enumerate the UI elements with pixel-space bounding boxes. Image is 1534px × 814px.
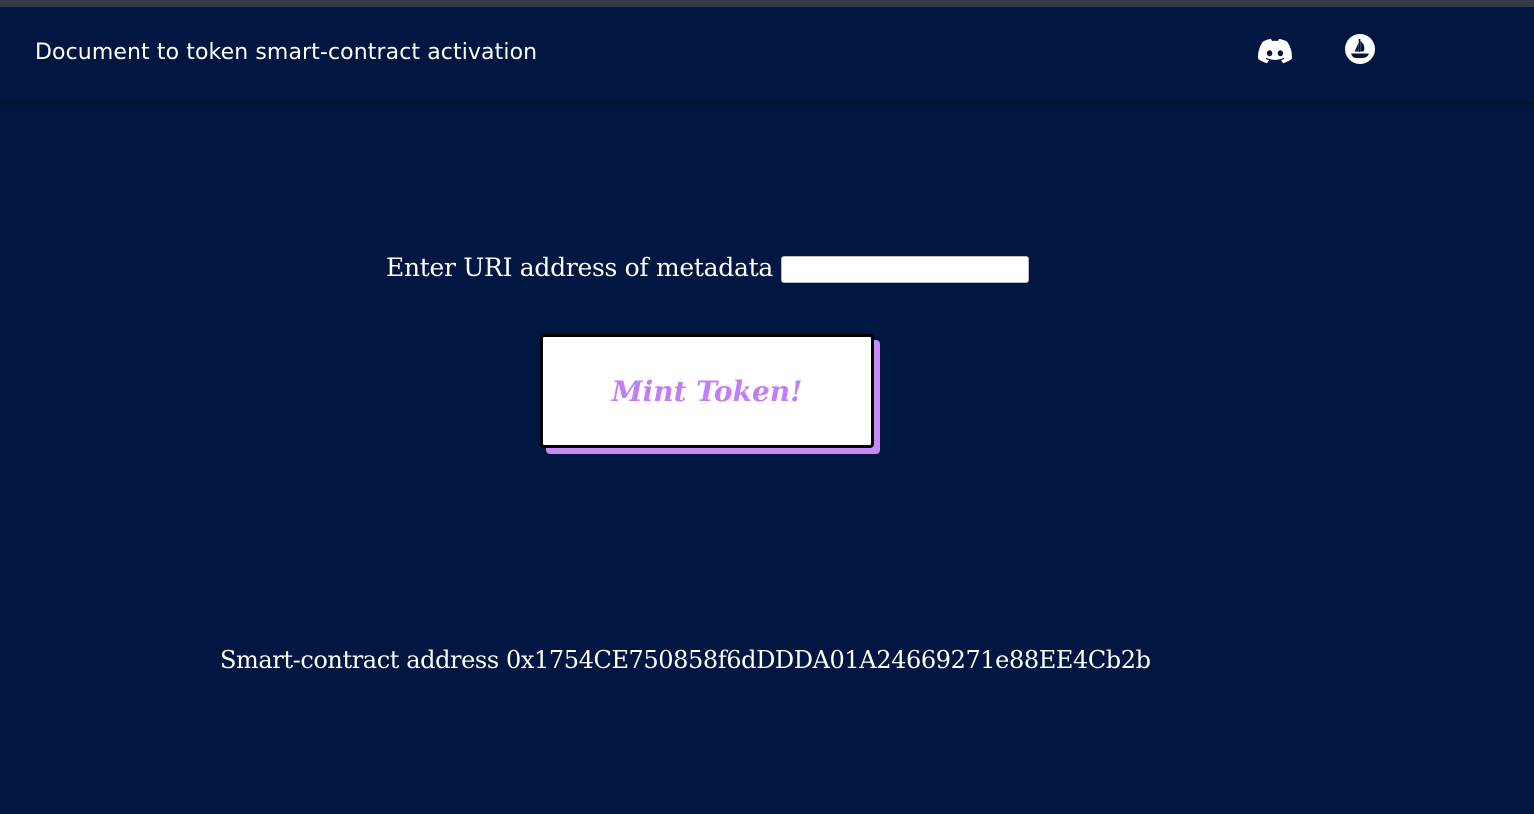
uri-input[interactable] bbox=[780, 256, 1029, 283]
contract-address-text: Smart-contract address 0x1754CE750858f6d… bbox=[220, 646, 1151, 674]
discord-icon[interactable] bbox=[1257, 36, 1293, 66]
page-title: Document to token smart-contract activat… bbox=[35, 40, 538, 65]
uri-row: Enter URI address of metadata bbox=[386, 252, 1029, 283]
navbar: Document to token smart-contract activat… bbox=[0, 7, 1534, 102]
mint-button-wrapper: Mint Token! bbox=[540, 334, 880, 454]
mint-token-button[interactable]: Mint Token! bbox=[540, 334, 874, 448]
browser-top-strip bbox=[0, 0, 1534, 7]
opensea-icon[interactable] bbox=[1342, 34, 1378, 64]
uri-label: Enter URI address of metadata bbox=[386, 253, 773, 282]
